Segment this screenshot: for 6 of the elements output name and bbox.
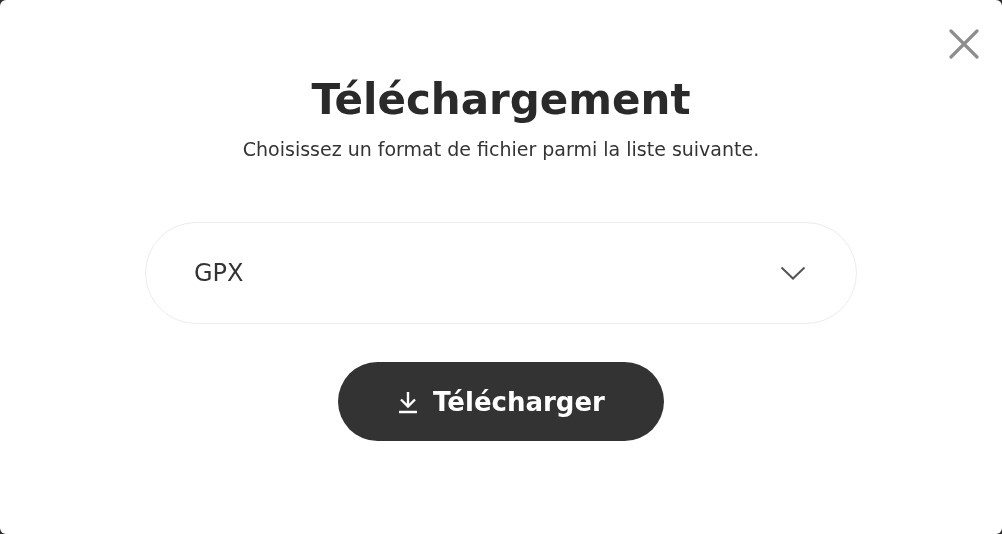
close-icon[interactable]	[949, 29, 979, 59]
dialog-title: Téléchargement	[311, 74, 691, 126]
download-button[interactable]: Télécharger	[338, 362, 664, 441]
download-icon	[397, 389, 420, 414]
dialog-subtitle: Choisissez un format de fichier parmi la liste suivante.	[242, 137, 760, 162]
chevron-down-icon	[780, 266, 806, 280]
